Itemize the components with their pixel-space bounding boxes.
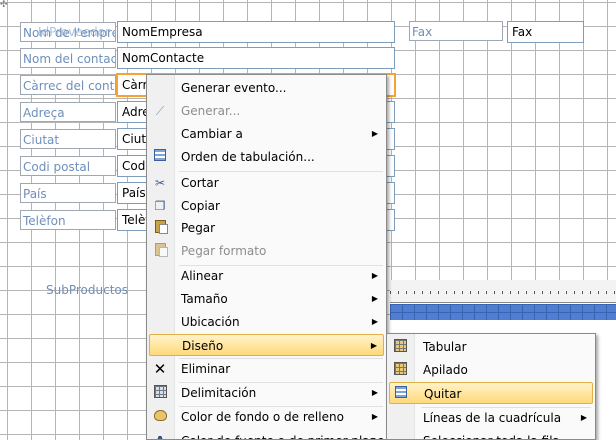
menu-item-label: Generar...	[181, 104, 241, 118]
submenu-arrow-icon: ▶	[370, 341, 377, 350]
menu-item-label: Copiar	[181, 199, 220, 213]
field-text: País	[122, 186, 146, 200]
wand-icon: ⟋	[155, 104, 165, 118]
label-fax[interactable]: Fax	[409, 21, 503, 41]
submenu-item-tabular[interactable]: Tabular	[389, 336, 593, 358]
menu-item-label: Pegar formato	[181, 244, 267, 258]
menu-item-color-fondo[interactable]: Color de fondo o de relleno ▶	[149, 406, 384, 428]
menu-item-generar[interactable]: ⟋ Generar...	[149, 100, 384, 122]
field-nom-contacte[interactable]: NomContacte	[117, 47, 395, 69]
tabular-icon	[392, 339, 408, 355]
submenu-arrow-icon: ▶	[372, 430, 378, 439]
layout-anchor-icon[interactable]: ✣	[0, 0, 10, 10]
menu-item-ubicacion[interactable]: Ubicación ▶	[149, 311, 384, 333]
font-color-icon: A	[152, 433, 168, 439]
menu-item-label: Color de fondo o de relleno	[181, 410, 344, 424]
field-nom-empresa[interactable]: NomEmpresa	[117, 21, 395, 43]
label-nom-contacte[interactable]: Nom del contacte	[20, 48, 116, 68]
menu-item-label: Diseño	[182, 339, 224, 353]
delete-icon: ✕	[153, 360, 167, 378]
menu-item-label: Apilado	[423, 363, 468, 377]
menu-item-label: Cambiar a	[181, 127, 243, 141]
label-text: Nom del contacte	[23, 52, 116, 66]
label-text: Telèfon	[23, 214, 66, 228]
menu-item-label: Eliminar	[181, 362, 231, 376]
menu-item-label: Seleccionar toda la fila	[423, 430, 560, 439]
menu-item-label: Color de fuente o de primer plano	[181, 430, 385, 439]
menu-item-alinear[interactable]: Alinear ▶	[149, 265, 384, 287]
label-pais[interactable]: País	[20, 183, 116, 203]
submenu-arrow-icon: ▶	[580, 413, 587, 422]
field-text: Fax	[512, 25, 533, 39]
submenu-arrow-icon: ▶	[371, 294, 378, 303]
subform-header-band	[390, 304, 616, 320]
label-text: SubProductos	[46, 283, 128, 297]
menu-item-label: Quitar	[424, 387, 462, 401]
label-ciutat[interactable]: Ciutat	[20, 129, 116, 149]
menu-item-label: Líneas de la cuadrícula	[423, 411, 562, 425]
menu-item-label: Tabular	[423, 340, 467, 354]
label-codi-postal[interactable]: Codi postal	[20, 156, 116, 176]
label-text: Fax	[412, 25, 433, 39]
copy-icon: ❐	[154, 199, 166, 213]
menu-item-label: Generar evento...	[181, 81, 287, 95]
label-text: País	[23, 187, 47, 201]
subform-ruler	[390, 280, 616, 303]
label-text: Càrrec del contacte	[23, 79, 115, 93]
scissors-icon: ✂	[154, 176, 166, 190]
stacked-icon	[392, 362, 408, 378]
menu-item-color-fuente[interactable]: A Color de fuente o de primer plano ▶	[149, 430, 385, 439]
anchor-icon	[152, 385, 168, 401]
submenu-item-apilado[interactable]: Apilado	[389, 359, 593, 381]
label-adreca[interactable]: Adreça	[20, 102, 116, 122]
menu-item-delimitacion[interactable]: Delimitación ▶	[149, 382, 384, 404]
field-text: NomContacte	[122, 51, 205, 65]
menu-item-label: Pegar	[181, 221, 216, 235]
field-fax[interactable]: Fax	[507, 21, 584, 43]
tab-order-icon	[152, 149, 168, 165]
submenu-item-seleccionar-fila[interactable]: Seleccionar toda la fila	[389, 430, 593, 439]
menu-item-pegar-formato[interactable]: Pegar formato	[149, 240, 384, 262]
fill-color-icon	[152, 409, 168, 425]
submenu-item-lineas-cuadricula[interactable]: Líneas de la cuadrícula ▶	[389, 407, 593, 429]
menu-item-label: Delimitación	[181, 386, 257, 400]
submenu-arrow-icon: ▶	[371, 271, 378, 280]
menu-item-tamano[interactable]: Tamaño ▶	[149, 288, 384, 310]
menu-item-label: Alinear	[181, 269, 224, 283]
label-text: IdProveedor	[38, 25, 110, 39]
label-text: Codi postal	[23, 160, 91, 174]
label-telefon[interactable]: Telèfon	[20, 210, 116, 230]
field-text: NomEmpresa	[122, 25, 203, 39]
layout-submenu: Tabular Apilado Quitar Líneas de la cuad…	[386, 333, 596, 440]
menu-item-cambiar-a[interactable]: Cambiar a ▶	[149, 123, 384, 145]
context-menu: Generar evento... ⟋ Generar... Cambiar a…	[146, 74, 387, 440]
label-carrec[interactable]: Càrrec del contacte	[20, 75, 116, 95]
menu-item-orden-tabulacion[interactable]: Orden de tabulación...	[149, 146, 384, 168]
menu-item-generar-evento[interactable]: Generar evento...	[149, 77, 384, 99]
menu-item-label: Orden de tabulación...	[181, 150, 315, 164]
menu-item-diseno[interactable]: Diseño ▶	[149, 334, 384, 356]
submenu-arrow-icon: ▶	[371, 317, 378, 326]
menu-item-cortar[interactable]: ✂ Cortar	[149, 172, 384, 194]
menu-item-copiar[interactable]: ❐ Copiar	[149, 195, 384, 217]
menu-item-eliminar[interactable]: ✕ Eliminar	[149, 358, 384, 380]
menu-item-label: Ubicación	[181, 315, 240, 329]
submenu-arrow-icon: ▶	[371, 129, 378, 138]
paste-icon	[152, 220, 168, 236]
menu-item-pegar[interactable]: Pegar	[149, 217, 384, 239]
remove-layout-icon	[393, 386, 409, 402]
submenu-arrow-icon: ▶	[371, 388, 378, 397]
label-text: Ciutat	[23, 133, 60, 147]
label-id-proveedor[interactable]: IdProveedor	[36, 22, 116, 42]
label-text: Adreça	[23, 106, 65, 120]
submenu-arrow-icon: ▶	[371, 412, 378, 421]
submenu-item-quitar[interactable]: Quitar	[389, 382, 593, 404]
paste-format-icon	[152, 243, 168, 259]
menu-item-label: Cortar	[181, 176, 219, 190]
label-subproductos[interactable]: SubProductos	[44, 280, 154, 300]
menu-item-label: Tamaño	[181, 292, 228, 306]
